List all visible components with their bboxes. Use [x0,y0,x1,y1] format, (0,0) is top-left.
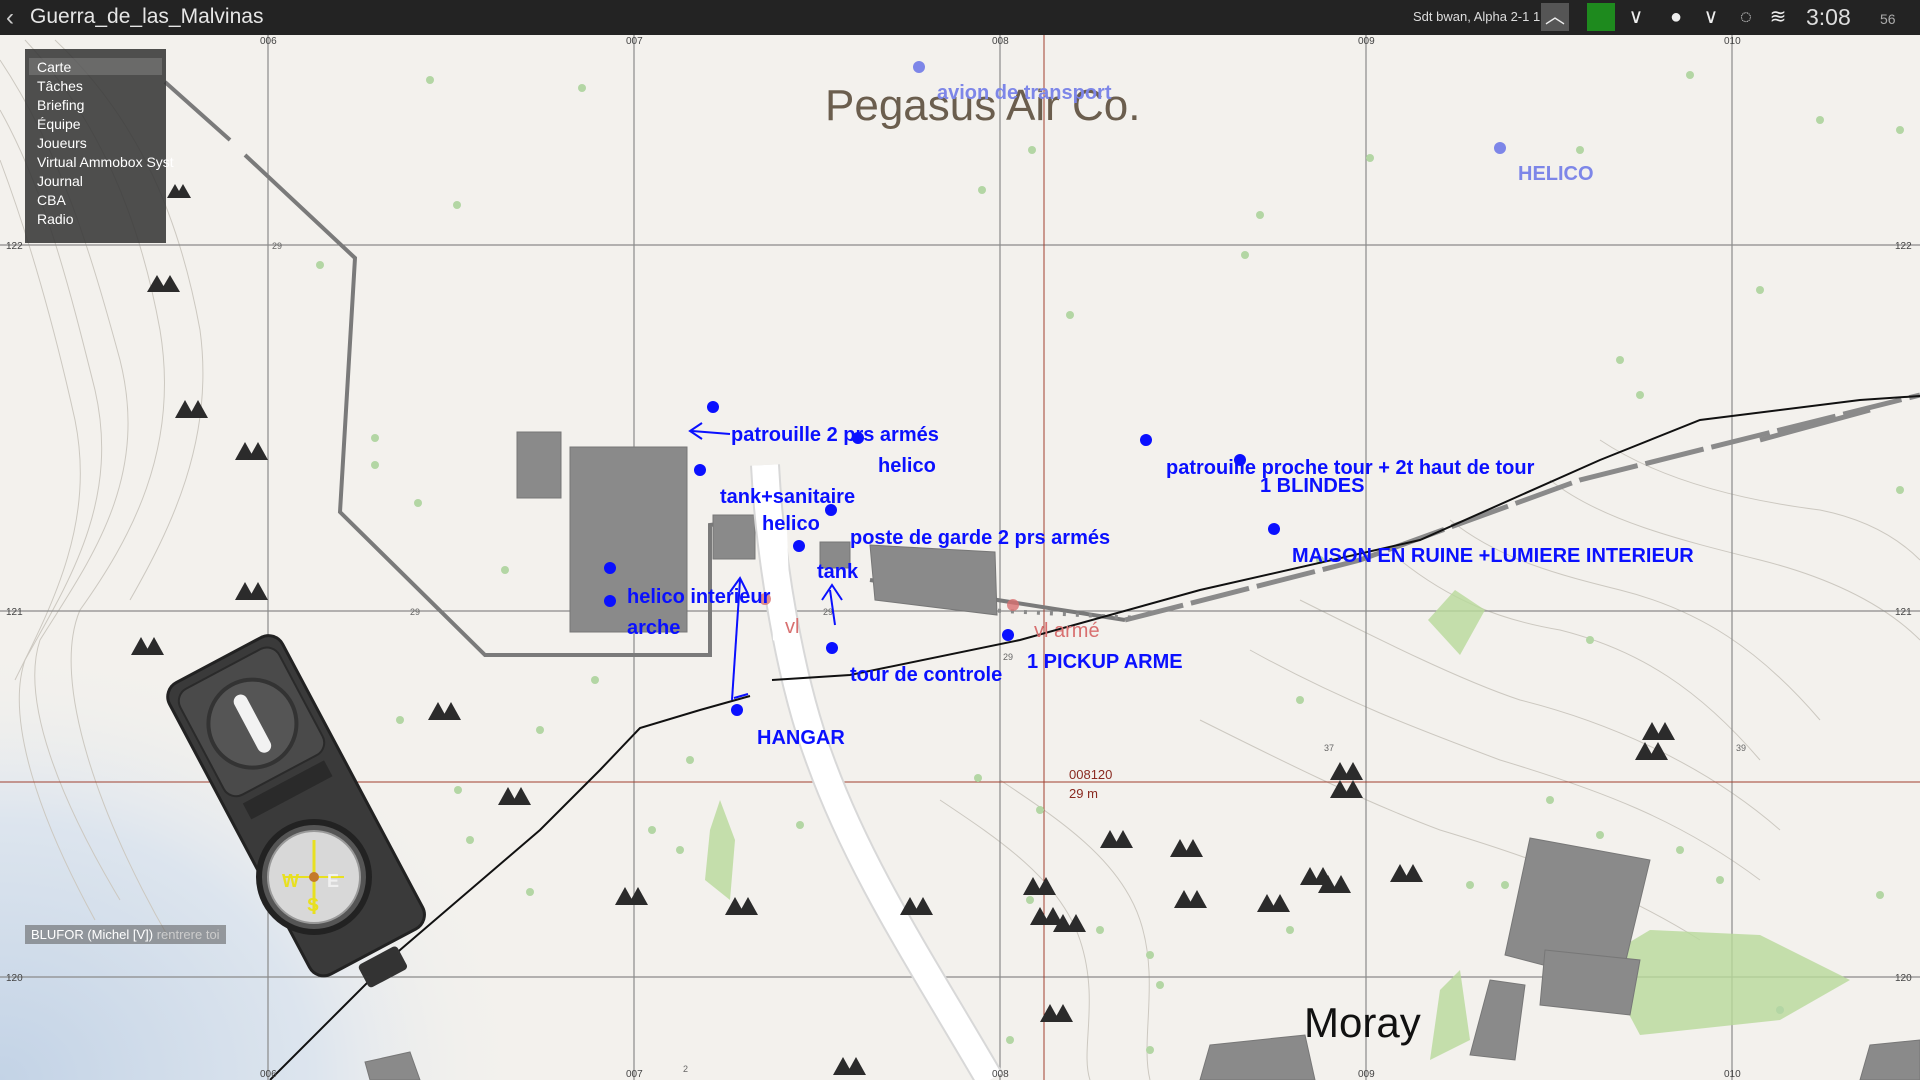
elevation-label: 29 [823,607,833,617]
top-bar: ‹ Guerra_de_las_Malvinas Sdt bwan, Alpha… [0,0,1920,35]
grid-label-top-010: 010 [1724,36,1741,47]
menu-item-virtual-ammobox[interactable]: Virtual Ammobox Syst [37,154,174,170]
marker-tour-de-controle[interactable]: tour de controle [850,664,1002,686]
marker-patrouille-2prs[interactable]: patrouille 2 prs armés [731,424,939,446]
settings-ring-icon[interactable]: ◌ [1732,3,1760,31]
menu-item-radio[interactable]: Radio [37,211,74,227]
grid-label-top-006: 006 [260,36,277,47]
grid-label-left-120: 120 [6,973,23,984]
collapse-chevron-icon[interactable]: ︿ [1541,3,1569,31]
chat-sender: BLUFOR (Michel [V]) [31,927,154,942]
menu-item-briefing[interactable]: Briefing [37,97,84,113]
cursor-grid-readout: 008120 [1069,767,1112,782]
grid-label-bottom-007: 007 [626,1069,643,1080]
marker-vl[interactable]: vl [785,616,799,638]
menu-item-cba[interactable]: CBA [37,192,66,208]
back-chevron-icon[interactable]: ‹ [6,4,14,32]
status-green-indicator[interactable] [1587,3,1615,31]
mission-title: Guerra_de_las_Malvinas [30,5,264,28]
compass-east-label: E [327,871,339,891]
grid-label-right-122: 122 [1895,241,1912,252]
clock-time: 3:08 [1806,4,1851,30]
marker-arche[interactable]: arche [627,617,680,639]
clock-seconds: 56 [1880,11,1896,27]
elevation-label: 29 [1003,652,1013,662]
grid-label-left-122: 122 [6,241,23,252]
grid-label-bottom-008: 008 [992,1069,1009,1080]
grid-label-right-121: 121 [1895,607,1912,618]
marker-helico-2[interactable]: helico [762,513,820,535]
marker-helico-north[interactable]: HELICO [1518,163,1594,185]
grid-label-bottom-006: 006 [260,1069,277,1080]
menu-item-joueurs[interactable]: Joueurs [37,135,87,151]
player-unit-label: Sdt bwan, Alpha 2-1 1 [1413,9,1541,24]
marker-1-pickup-arme[interactable]: 1 PICKUP ARME [1027,651,1183,673]
menu-item-taches[interactable]: Tâches [37,78,83,94]
marker-avion-transport[interactable]: avion de transport [937,82,1112,104]
marker-vl-arme[interactable]: vl armé [1034,620,1100,642]
elevation-label: 29 [410,607,420,617]
marker-1-blindes[interactable]: 1 BLINDES [1260,475,1364,497]
elevation-label: 29 [272,241,282,251]
grid-label-top-009: 009 [1358,36,1375,47]
elevation-label: 2 [683,1064,688,1074]
marker-helico-interieur[interactable]: helico interieur [627,586,771,608]
compass-pivot [309,872,319,882]
menu-item-journal[interactable]: Journal [37,173,83,189]
grid-label-top-008: 008 [992,36,1009,47]
grid-label-bottom-010: 010 [1724,1069,1741,1080]
marker-tank[interactable]: tank [817,561,859,583]
marker-tank-sanitaire[interactable]: tank+sanitaire [720,486,855,508]
elevation-label: 39 [1736,743,1746,753]
elevation-label: 37 [1324,743,1334,753]
marker-helico[interactable]: helico [878,455,936,477]
grid-label-right-120: 120 [1895,973,1912,984]
marker-maison-en-ruine[interactable]: MAISON EN RUINE +LUMIERE INTERIEUR [1292,545,1694,567]
cursor-distance-readout: 29 m [1069,786,1098,801]
marker-poste-de-garde[interactable]: poste de garde 2 prs armés [850,527,1110,549]
chat-message: BLUFOR (Michel [V]) rentrere toi [25,925,226,944]
map-menu: Carte Tâches Briefing Équipe Joueurs Vir… [25,49,174,243]
grid-label-bottom-009: 009 [1358,1069,1375,1080]
dot-icon[interactable]: ● [1662,3,1690,31]
chevron-down-icon[interactable]: ∨ [1697,3,1725,31]
map-canvas[interactable]: 006 007 008 009 010 006 007 008 009 010 … [0,0,1920,1080]
marker-hangar[interactable]: HANGAR [757,727,845,749]
grid-label-top-007: 007 [626,36,643,47]
menu-item-equipe[interactable]: Équipe [37,116,81,132]
chat-text: rentrere toi [156,927,220,942]
compass-west-label: W [282,871,299,891]
grid-label-left-121: 121 [6,607,23,618]
compass-south-label: S [307,895,319,915]
layers-icon[interactable]: ≋ [1764,3,1792,31]
menu-item-carte[interactable]: Carte [37,59,71,75]
chevron-down-icon[interactable]: ∨ [1622,3,1650,31]
town-label: Moray [1304,999,1421,1046]
